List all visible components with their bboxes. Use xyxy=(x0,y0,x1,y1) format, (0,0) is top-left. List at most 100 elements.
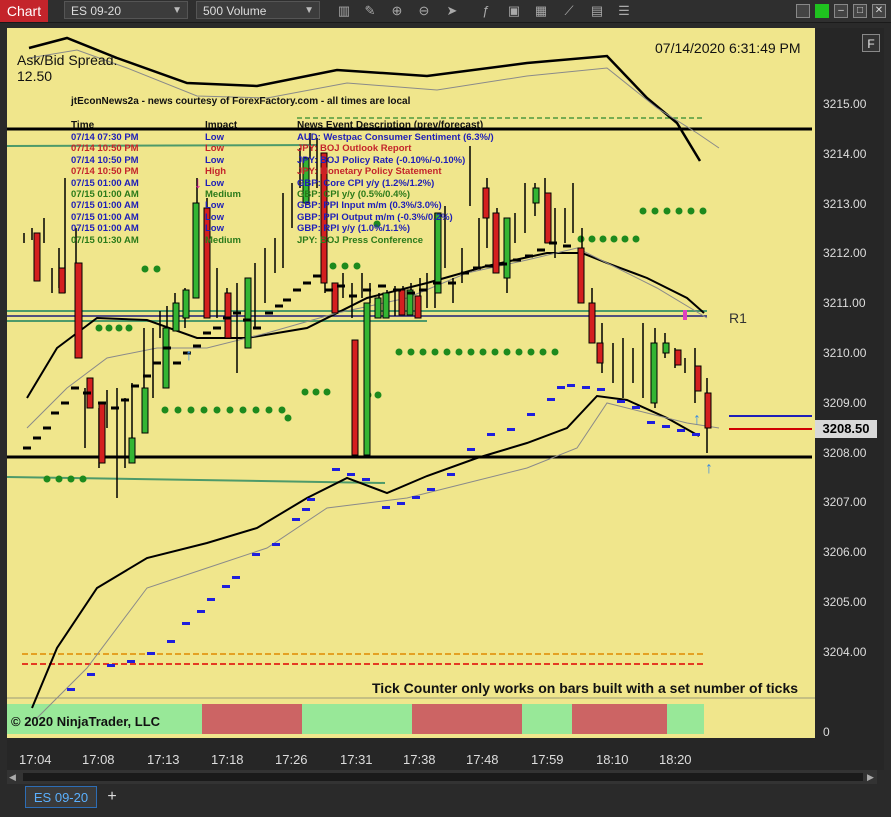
time-tick-label: 17:08 xyxy=(82,752,115,767)
close-button[interactable]: ✕ xyxy=(872,4,886,18)
chevron-down-icon: ▼ xyxy=(304,5,314,16)
blue-dash xyxy=(617,400,625,403)
blue-dash xyxy=(362,478,370,481)
green-dot xyxy=(479,348,487,356)
blue-dash xyxy=(87,673,95,676)
time-axis[interactable]: 17:04 17:08 17:13 17:18 17:26 17:31 17:38 17:48… xyxy=(7,738,815,770)
blue-dash xyxy=(197,610,205,613)
lower-band-line xyxy=(36,402,720,719)
strategies-icon[interactable]: ▣ xyxy=(506,3,522,19)
candle-body xyxy=(532,187,540,204)
blue-dash xyxy=(382,506,390,509)
news-impact: Low xyxy=(205,200,224,212)
candle-body xyxy=(674,349,682,366)
candle-body xyxy=(351,339,359,456)
news-header: jtEconNews2a - news courtesy of ForexFac… xyxy=(71,96,411,107)
green-dot xyxy=(632,235,640,243)
chart-panel[interactable]: ↑ ↓ ↑ ↑ 07/14/2020 6:31:49 PM Ask/Bid Sp… xyxy=(7,28,815,738)
scroll-thumb[interactable] xyxy=(23,773,863,781)
green-dot xyxy=(301,388,309,396)
add-tab-button[interactable]: + xyxy=(100,786,124,808)
news-desc: JPY: BOJ Outlook Report xyxy=(297,143,412,155)
news-desc: AUD: Westpac Consumer Sentiment (6.3%/) xyxy=(297,132,494,143)
green-dot xyxy=(527,348,535,356)
green-dot xyxy=(265,406,273,414)
candle-body xyxy=(98,402,106,464)
candle-body xyxy=(363,302,371,456)
price-tick-label: 3208.00 xyxy=(823,445,867,460)
green-dot xyxy=(443,348,451,356)
indicators-icon[interactable]: ƒ xyxy=(478,3,494,19)
zoom-in-icon[interactable]: ⊕ xyxy=(389,3,405,19)
tab-es-09-20[interactable]: ES 09-20 xyxy=(25,786,97,808)
blue-dash xyxy=(597,388,605,391)
green-dot xyxy=(323,388,331,396)
candle-body xyxy=(704,392,712,429)
period-selector[interactable]: 500 Volume ▼ xyxy=(196,1,320,19)
news-time: 07/15 01:00 AM xyxy=(71,211,139,223)
candle-body xyxy=(482,187,490,219)
zoom-out-icon[interactable]: ⊖ xyxy=(416,3,432,19)
link-button[interactable] xyxy=(815,4,829,18)
news-impact: Medium xyxy=(205,189,241,200)
time-tick-label: 17:48 xyxy=(466,752,499,767)
green-dot xyxy=(639,207,647,215)
news-desc: GBP: Core CPI y/y (1.2%/1.2%) xyxy=(297,177,435,189)
price-tick-label: 3207.00 xyxy=(823,495,867,510)
blue-dash xyxy=(332,468,340,471)
maximize-button[interactable]: □ xyxy=(853,4,867,18)
scroll-left-icon[interactable]: ◀ xyxy=(9,772,16,783)
green-dot xyxy=(79,475,87,483)
price-tick-label: 3211.00 xyxy=(823,296,866,311)
templates-icon[interactable]: ▦ xyxy=(533,3,549,19)
scroll-right-icon[interactable]: ▶ xyxy=(867,772,874,783)
spread-label: Ask/Bid Spread: xyxy=(17,52,118,68)
time-tick-label: 17:13 xyxy=(147,752,180,767)
bar-style-icon[interactable]: ▥ xyxy=(336,3,352,19)
draw-tools-icon[interactable]: ⟋ xyxy=(561,3,577,19)
candle-body xyxy=(588,302,596,344)
green-dot xyxy=(174,406,182,414)
candle-body xyxy=(434,212,442,294)
draw-pencil-icon[interactable]: ✎ xyxy=(362,3,378,19)
up-arrow-icon: ↑ xyxy=(705,460,713,477)
blue-dash xyxy=(207,598,215,601)
price-tick-label: 3210.00 xyxy=(823,346,867,360)
horizontal-scrollbar[interactable]: ◀ ▶ xyxy=(7,770,877,784)
blue-dash xyxy=(272,543,280,546)
blue-dash xyxy=(107,664,115,667)
news-time: 07/14 10:50 PM xyxy=(71,154,139,166)
green-dot xyxy=(278,406,286,414)
chart-trader-icon[interactable]: ☰ xyxy=(616,3,632,19)
blue-dash xyxy=(647,421,655,424)
green-dot xyxy=(187,406,195,414)
blue-dash xyxy=(632,406,640,409)
blue-dash xyxy=(467,448,475,451)
cursor-icon[interactable]: ➤ xyxy=(444,3,460,19)
blue-dash xyxy=(302,508,310,511)
candle-body xyxy=(492,212,500,274)
blue-dash xyxy=(567,384,575,387)
green-dot xyxy=(43,475,51,483)
data-box-icon[interactable]: ▤ xyxy=(589,3,605,19)
blue-dash xyxy=(252,553,260,556)
price-axis[interactable]: 3215.00 3214.00 3213.00 3212.00 3211.00 3210.… xyxy=(815,28,884,770)
tick-counter-note: Tick Counter only works on bars built wi… xyxy=(372,680,799,696)
green-dot xyxy=(588,235,596,243)
green-dot xyxy=(551,348,559,356)
properties-button[interactable]: F xyxy=(862,34,880,52)
blue-dash xyxy=(167,640,175,643)
news-impact: Low xyxy=(205,143,224,155)
window-settings-button[interactable] xyxy=(796,4,810,18)
tick-counter-block xyxy=(302,704,352,734)
candle-body xyxy=(58,267,66,294)
instrument-selector[interactable]: ES 09-20 ▼ xyxy=(64,1,188,19)
green-dot xyxy=(55,475,63,483)
up-arrow-icon: ↑ xyxy=(185,347,193,364)
green-dot xyxy=(125,324,133,332)
minimize-button[interactable]: – xyxy=(834,4,848,18)
candle-body xyxy=(182,289,190,319)
green-dot xyxy=(431,348,439,356)
candle-body xyxy=(382,292,390,319)
green-dot xyxy=(395,348,403,356)
